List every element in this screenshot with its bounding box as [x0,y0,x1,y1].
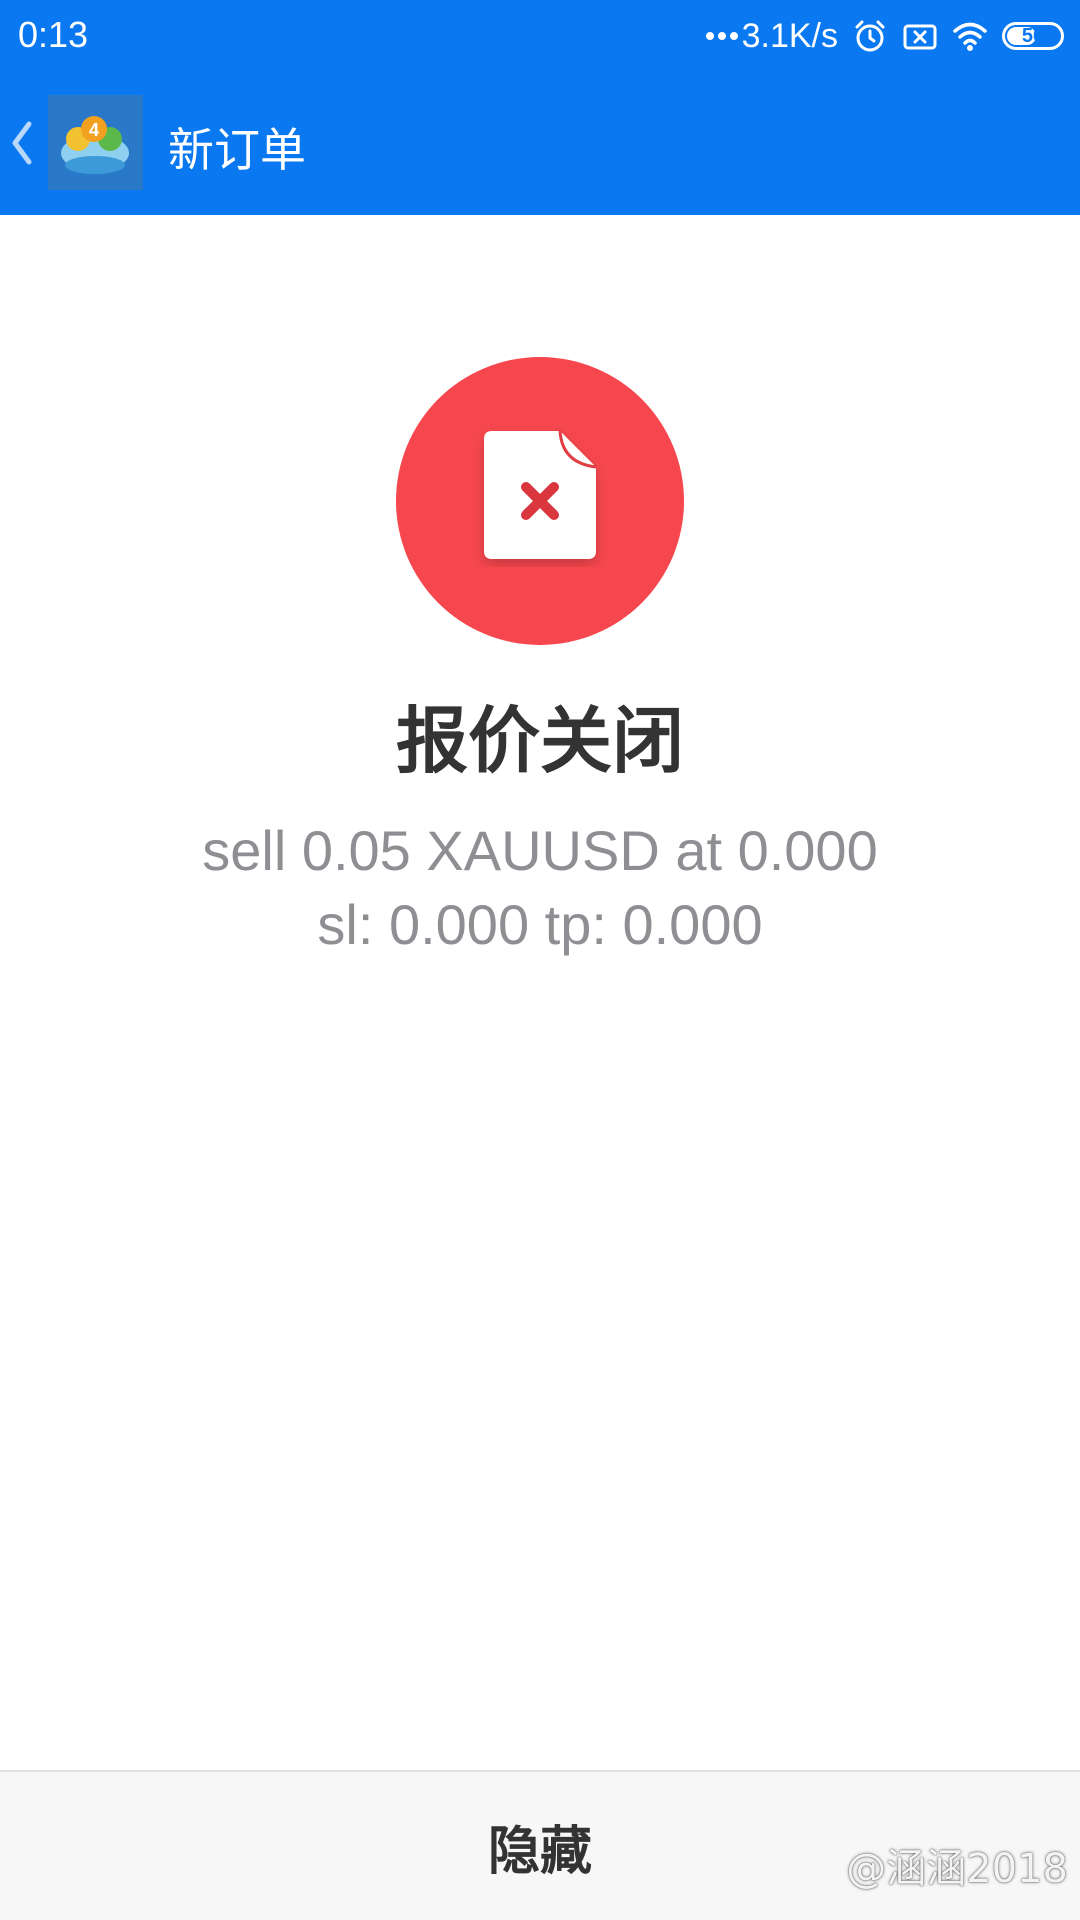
status-bar: 0:13 3.1K/s 56 [0,0,1080,72]
document-error-icon [484,430,597,559]
network-speed: 3.1K/s [705,16,838,56]
battery-level: 56 [1021,24,1045,47]
chevron-left-icon[interactable] [10,120,34,166]
alarm-icon [855,20,885,52]
battery-icon: 56 [1002,22,1064,50]
watermark: @涵涵2018 [846,1846,1068,1892]
order-detail: sell 0.05 XAUUSD at 0.000 [202,819,878,882]
more-dots-icon [705,32,738,40]
header: 0:13 3.1K/s 56 4 新订单 [0,0,1080,215]
wifi-icon [953,22,987,51]
status-time: 0:13 [18,14,89,55]
screen: 0:13 3.1K/s 56 4 新订单 报价关闭 sell 0.05 XAUU… [0,0,1080,1920]
order-sl-tp: sl: 0.000 tp: 0.000 [317,893,763,956]
app-bar: 4 新订单 [0,92,1080,192]
page-title: 新订单 [168,123,306,177]
network-speed-value: 3.1K/s [741,16,838,55]
result-title: 报价关闭 [395,699,684,783]
error-badge [396,357,684,645]
metatrader-4-logo[interactable]: 4 [48,95,143,190]
svg-text:4: 4 [89,120,99,140]
status-icons: 3.1K/s 56 [705,14,1064,58]
no-sim-icon [903,24,937,50]
